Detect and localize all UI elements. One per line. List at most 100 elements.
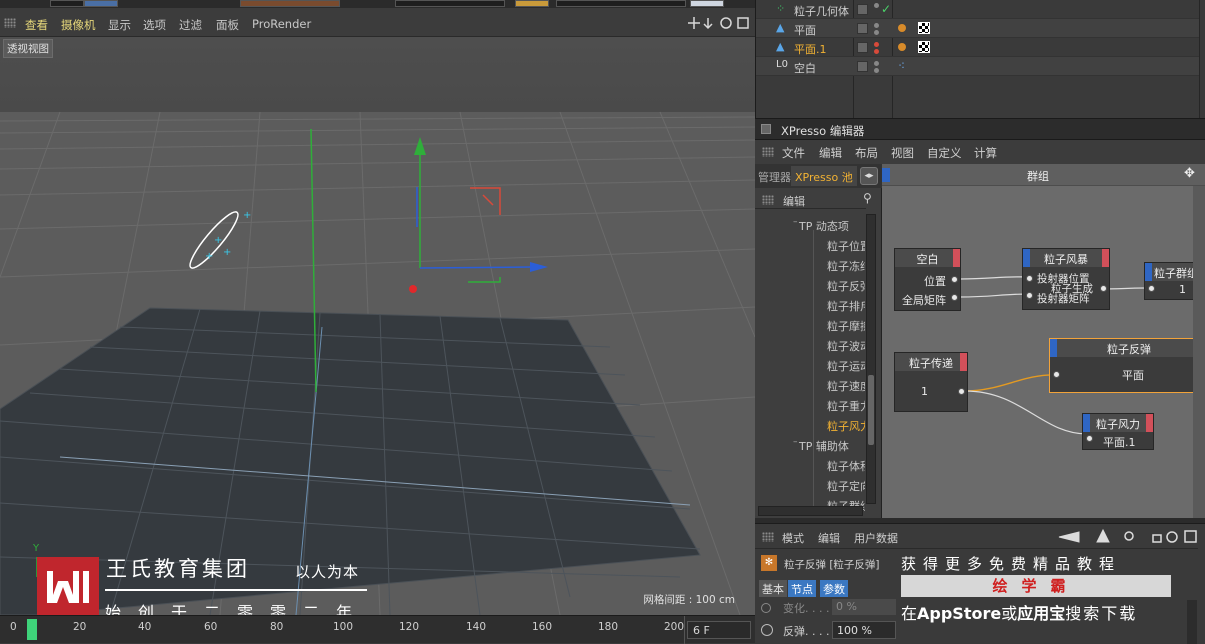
toolbar-button-orange[interactable] (515, 0, 549, 7)
xpresso-tag-icon[interactable] (898, 24, 906, 32)
input-pin[interactable] (1053, 371, 1060, 378)
input-pin[interactable] (1086, 435, 1093, 442)
bounce-field[interactable]: 100 % (832, 621, 896, 639)
gizmo-x-axis[interactable] (419, 266, 533, 269)
menu-file[interactable]: 文件 (782, 145, 805, 161)
menu-custom[interactable]: 自定义 (927, 145, 962, 161)
menu-panel[interactable]: 面板 (216, 17, 239, 33)
input-pin[interactable] (1148, 285, 1155, 292)
output-pin[interactable] (951, 294, 958, 301)
visibility-dot[interactable] (874, 42, 879, 47)
node-particle-pass[interactable]: 粒子传递 1 (894, 352, 968, 412)
window-icon[interactable] (761, 124, 771, 134)
node-input-handle[interactable] (1083, 414, 1090, 432)
tab-parameters[interactable]: 参数 (820, 580, 848, 597)
variation-field[interactable]: 0 % (832, 599, 896, 615)
render-dot[interactable] (874, 30, 879, 35)
pool-item[interactable]: 粒子速度 (827, 378, 865, 394)
viewport-nav-icons[interactable] (686, 15, 752, 31)
toolbar-button-active[interactable] (84, 0, 118, 7)
attr-scrollbar[interactable] (1187, 600, 1197, 644)
pool-item[interactable]: 粒子运动 (827, 358, 865, 374)
menu-user-data[interactable]: 用户数据 (854, 530, 898, 546)
node-input-handle[interactable] (1145, 263, 1152, 281)
menu-layout[interactable]: 布局 (855, 145, 878, 161)
graph-scrollbar[interactable] (1193, 186, 1205, 518)
pool-edit-menu[interactable]: 编辑 (783, 193, 805, 209)
object-name[interactable]: 粒子几何体 (794, 3, 849, 19)
view-label[interactable]: 透视视图 (3, 39, 53, 58)
xpresso-graph[interactable]: 群组 ✥ 空白 位置 全局矩阵 粒子风暴 投射器位置 粒子生成 投射器矩阵 粒子… (882, 164, 1205, 518)
node-null[interactable]: 空白 位置 全局矩阵 (894, 248, 961, 311)
pool-item[interactable]: 粒子位置 (827, 238, 865, 254)
layer-toggle[interactable] (857, 23, 868, 34)
material-tag-icon[interactable] (918, 22, 930, 34)
visibility-dot[interactable] (874, 23, 879, 28)
visibility-dot[interactable] (874, 61, 879, 66)
object-name-selected[interactable]: 平面.1 (794, 41, 827, 57)
object-name[interactable]: 空白 (794, 60, 816, 76)
pool-item[interactable]: 粒子重力 (827, 398, 865, 414)
timeline[interactable]: 0 20 40 60 80 100 120 140 160 180 200 6 … (0, 615, 755, 644)
node-particle-storm[interactable]: 粒子风暴 投射器位置 粒子生成 投射器矩阵 (1022, 248, 1110, 310)
render-dot[interactable] (874, 49, 879, 54)
menu-camera[interactable]: 摄像机 (61, 17, 96, 33)
object-name[interactable]: 平面 (794, 22, 816, 38)
pool-item-selected[interactable]: 粒子风力 (827, 418, 865, 434)
menu-mode[interactable]: 模式 (782, 530, 804, 546)
menu-edit[interactable]: 编辑 (819, 145, 842, 161)
node-output-handle[interactable] (1146, 414, 1153, 432)
search-icon[interactable]: ⚲ (863, 191, 872, 205)
pool-item[interactable]: 粒子反弹 (827, 278, 865, 294)
visibility-dot[interactable] (874, 3, 879, 8)
toolbar-button[interactable] (50, 0, 84, 7)
tab-scroll-arrows-icon[interactable]: ◂▸ (860, 167, 878, 185)
grip-handle[interactable] (4, 18, 16, 28)
object-row-plane[interactable]: ▲ 平面 (756, 19, 1199, 38)
playback-buttons[interactable] (395, 0, 505, 7)
animate-dot[interactable] (761, 603, 771, 613)
pivot-point[interactable] (409, 285, 417, 293)
pool-item[interactable]: 粒子体积 (827, 458, 865, 474)
attr-toolbar-icons[interactable] (1057, 528, 1203, 546)
tag-hierarchy-icon[interactable]: ⁖ (898, 59, 905, 73)
menu-edit[interactable]: 编辑 (818, 530, 840, 546)
layer-toggle[interactable] (857, 61, 868, 72)
menu-display[interactable]: 显示 (108, 17, 131, 33)
animate-dot[interactable] (761, 624, 773, 636)
node-output-handle[interactable] (960, 353, 967, 371)
layer-toggle[interactable] (857, 42, 868, 53)
input-pin[interactable] (1026, 275, 1033, 282)
perspective-viewport[interactable]: + + + + 透视视图 Y 网格间距 : 100 cm (0, 37, 755, 615)
scrollbar-thumb[interactable] (868, 375, 874, 445)
output-pin[interactable] (951, 276, 958, 283)
pool-item[interactable]: 粒子波动 (827, 338, 865, 354)
layer-toggle[interactable] (857, 4, 868, 15)
grip-handle[interactable] (762, 147, 774, 157)
playhead[interactable] (27, 619, 37, 640)
object-row-particle-geometry[interactable]: ⁘ 粒子几何体 ✓ (756, 0, 1199, 19)
menu-filter[interactable]: 过滤 (179, 17, 202, 33)
tab-basic[interactable]: 基本 (759, 580, 787, 597)
menu-options[interactable]: 选项 (143, 17, 166, 33)
pool-category-tp-dynamics[interactable]: TP 动态项 (799, 218, 849, 234)
object-row-plane-1[interactable]: ▲ 平面.1 (756, 38, 1199, 57)
pool-item[interactable]: 粒子排斥 (827, 298, 865, 314)
xpresso-tag-icon[interactable] (898, 43, 906, 51)
output-pin[interactable] (958, 388, 965, 395)
node-particle-bounce[interactable]: 粒子反弹 平面 (1049, 338, 1205, 393)
node-output-handle[interactable] (1102, 249, 1109, 267)
tab-xpresso-pool[interactable]: XPresso 池 (791, 166, 857, 186)
pool-scrollbar[interactable] (866, 214, 876, 504)
toolbar-button-light[interactable] (690, 0, 724, 7)
current-frame-field[interactable]: 6 F (687, 621, 751, 639)
timeline-ruler[interactable]: 0 20 40 60 80 100 120 140 160 180 200 (0, 616, 685, 644)
pool-item[interactable]: 粒子摩擦 (827, 318, 865, 334)
toolbar-button-group-2[interactable] (556, 0, 686, 7)
horizontal-scrollbar[interactable] (758, 506, 863, 516)
menu-view[interactable]: 查看 (25, 17, 48, 33)
tab-node[interactable]: 节点 (788, 580, 816, 597)
toolbar-button-group[interactable] (240, 0, 340, 7)
menu-calculate[interactable]: 计算 (974, 145, 997, 161)
render-dot[interactable] (874, 68, 879, 73)
